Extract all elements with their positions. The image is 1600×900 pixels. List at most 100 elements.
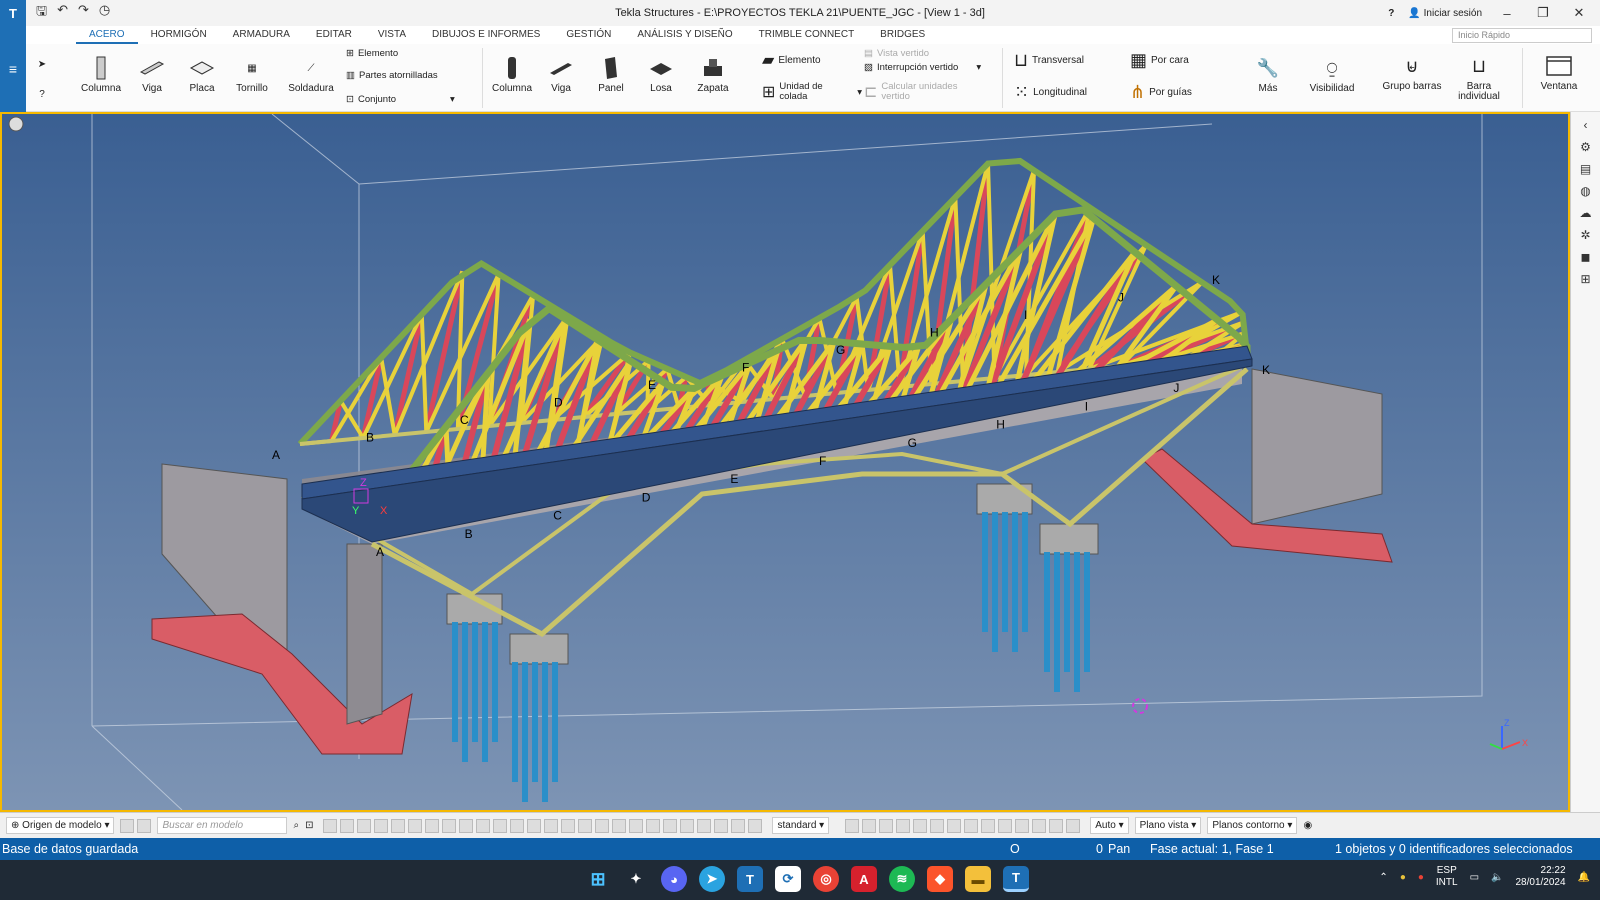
selection-switch-icon[interactable] [408, 818, 423, 833]
tab-acero[interactable]: ACERO [76, 26, 138, 44]
query-tool-button[interactable]: ? [28, 80, 56, 108]
language-indicator[interactable]: ESP INTL [1436, 865, 1458, 889]
tab-trimble[interactable]: TRIMBLE CONNECT [746, 26, 868, 44]
selection-switch-icon[interactable] [646, 818, 661, 833]
redo-icon[interactable]: ↷ [78, 2, 89, 24]
snap-switch-icon[interactable] [981, 818, 996, 833]
properties-icon[interactable]: ⚙ [1580, 140, 1591, 154]
file-explorer-icon[interactable]: ▬ [965, 866, 991, 892]
snap-switch-icon[interactable] [845, 818, 860, 833]
selection-switch-icon[interactable] [595, 818, 610, 833]
selection-switch-icon[interactable] [612, 818, 627, 833]
selection-switch-icon[interactable] [748, 818, 763, 833]
soldadura-button[interactable]: ⟋ Soldadura [286, 54, 336, 94]
tab-hormigon[interactable]: HORMIGÓN [138, 26, 220, 44]
tray-chevron-icon[interactable]: ⌃ [1379, 872, 1387, 883]
snap-switch-icon[interactable] [896, 818, 911, 833]
brave-icon[interactable]: ◆ [927, 866, 953, 892]
tray-chrome-icon[interactable]: ● [1418, 872, 1424, 883]
history-icon[interactable]: ◷ [99, 2, 110, 24]
globe-icon[interactable]: ◍ [1580, 184, 1590, 198]
selection-switch-icon[interactable] [697, 818, 712, 833]
apps-icon[interactable]: ⊞ [1580, 272, 1590, 286]
clock[interactable]: 22:22 28/01/2024 [1515, 865, 1565, 889]
selection-switch-icon[interactable] [391, 818, 406, 833]
hormigon-elemento-button[interactable]: ▰ Elemento [762, 50, 821, 70]
network-icon[interactable]: ▭ [1470, 872, 1479, 883]
search-options-icon[interactable]: ⊡ [305, 820, 313, 831]
bridge-3d-model[interactable]: A B C D E F G H I J K A B C D E F G H I J K Z X Y Z X [2, 114, 1568, 810]
tekla-app-icon[interactable]: T [737, 866, 763, 892]
discord-icon[interactable]: ◕ [661, 866, 687, 892]
selection-switch-icon[interactable] [714, 818, 729, 833]
collapse-panel-icon[interactable]: ‹ [1584, 118, 1588, 132]
losa-button[interactable]: Losa [640, 54, 682, 94]
calcular-unidades-button[interactable]: ⊏ Calcular unidades vertido [864, 82, 974, 102]
vista-vertido-button[interactable]: ▤ Vista vertido [864, 48, 929, 59]
selection-switch-icon[interactable] [340, 818, 355, 833]
selection-switch-icon[interactable] [629, 818, 644, 833]
unidad-colada-button[interactable]: ⊞ Unidad de colada ▾ [762, 82, 862, 102]
model-viewport-3d[interactable]: A B C D E F G H I J K A B C D E F G H I J K Z X Y Z X [0, 112, 1570, 812]
mas-button[interactable]: 🔧 Más [1248, 54, 1288, 94]
cloud-icon[interactable]: ☁ [1580, 206, 1592, 220]
model-search-input[interactable]: Buscar en modelo [157, 817, 288, 834]
view-settings-icon[interactable] [8, 116, 24, 132]
panel-button[interactable]: Panel [590, 54, 632, 94]
start-icon[interactable]: ⊞ [585, 866, 611, 892]
selection-switch-icon[interactable] [510, 818, 525, 833]
snap-switch-icon[interactable] [998, 818, 1013, 833]
selection-switch-icon[interactable] [459, 818, 474, 833]
selection-switch-icon[interactable] [357, 818, 372, 833]
acero-columna-button[interactable]: Columna [80, 54, 122, 94]
tab-analisis[interactable]: ANÁLISIS Y DISEÑO [624, 26, 745, 44]
partes-atornilladas-button[interactable]: ▥ Partes atornilladas [346, 70, 438, 81]
selection-switch-icon[interactable] [425, 818, 440, 833]
snap-switch-icon[interactable] [913, 818, 928, 833]
side-menu-toggle[interactable]: ≡ [0, 26, 26, 112]
hormigon-columna-button[interactable]: Columna [490, 54, 534, 94]
snap-switch-icon[interactable] [1032, 818, 1047, 833]
grupo-barras-button[interactable]: ⊌ Grupo barras [1380, 52, 1444, 92]
snap-switch-icon[interactable] [947, 818, 962, 833]
tornillo-button[interactable]: ▦ Tornillo [230, 54, 274, 94]
snap-switch-icon[interactable] [1049, 818, 1064, 833]
tab-dibujos[interactable]: DIBUJOS E INFORMES [419, 26, 553, 44]
sync-icon[interactable]: ⟳ [775, 866, 801, 892]
close-button[interactable]: ✕ [1568, 5, 1590, 21]
origin-dropdown[interactable]: ⊕ Origen de modelo ▾ [6, 817, 115, 834]
selection-switch-icon[interactable] [323, 818, 338, 833]
selection-switch-icon[interactable] [374, 818, 389, 833]
plano-vista-dropdown[interactable]: Plano vista ▾ [1134, 817, 1202, 834]
catalog-icon[interactable]: ▤ [1580, 162, 1591, 176]
ventana-button[interactable]: Ventana [1534, 52, 1584, 92]
snap-switch-icon[interactable] [964, 818, 979, 833]
selection-switch-icon[interactable] [663, 818, 678, 833]
selection-switch-icon[interactable] [442, 818, 457, 833]
acero-viga-button[interactable]: Viga [132, 54, 172, 94]
acero-elemento-button[interactable]: ⊞ Elemento [346, 48, 398, 59]
snap-switch-icon[interactable] [879, 818, 894, 833]
telegram-icon[interactable]: ➤ [699, 866, 725, 892]
help-icon[interactable]: ? [1388, 8, 1394, 19]
standard-dropdown[interactable]: standard ▾ [772, 817, 830, 834]
tab-editar[interactable]: EDITAR [303, 26, 365, 44]
selection-switch-icon[interactable] [578, 818, 593, 833]
settings-icon[interactable]: ✲ [1580, 228, 1590, 242]
snap-switch-icon[interactable] [930, 818, 945, 833]
tekla-logo-icon[interactable]: T [0, 0, 26, 26]
signin-button[interactable]: 👤 Iniciar sesión [1408, 8, 1482, 19]
selection-switch-icon[interactable] [680, 818, 695, 833]
auto-dropdown[interactable]: Auto ▾ [1090, 817, 1129, 834]
select-tool-button[interactable]: ➤ [28, 50, 56, 78]
selection-switch-icon[interactable] [544, 818, 559, 833]
snap-switch-icon[interactable] [1015, 818, 1030, 833]
acero-placa-button[interactable]: Placa [182, 54, 222, 94]
origin-remove-icon[interactable] [137, 818, 152, 833]
transversal-button[interactable]: ⊔ Transversal [1014, 50, 1084, 71]
tab-bridges[interactable]: BRIDGES [867, 26, 938, 44]
origin-add-icon[interactable] [120, 818, 135, 833]
interrupcion-vertido-button[interactable]: ▧ Interrupción vertido ▾ [864, 62, 981, 73]
por-cara-button[interactable]: ▦ Por cara [1130, 50, 1189, 71]
snap-switch-icon[interactable] [862, 818, 877, 833]
